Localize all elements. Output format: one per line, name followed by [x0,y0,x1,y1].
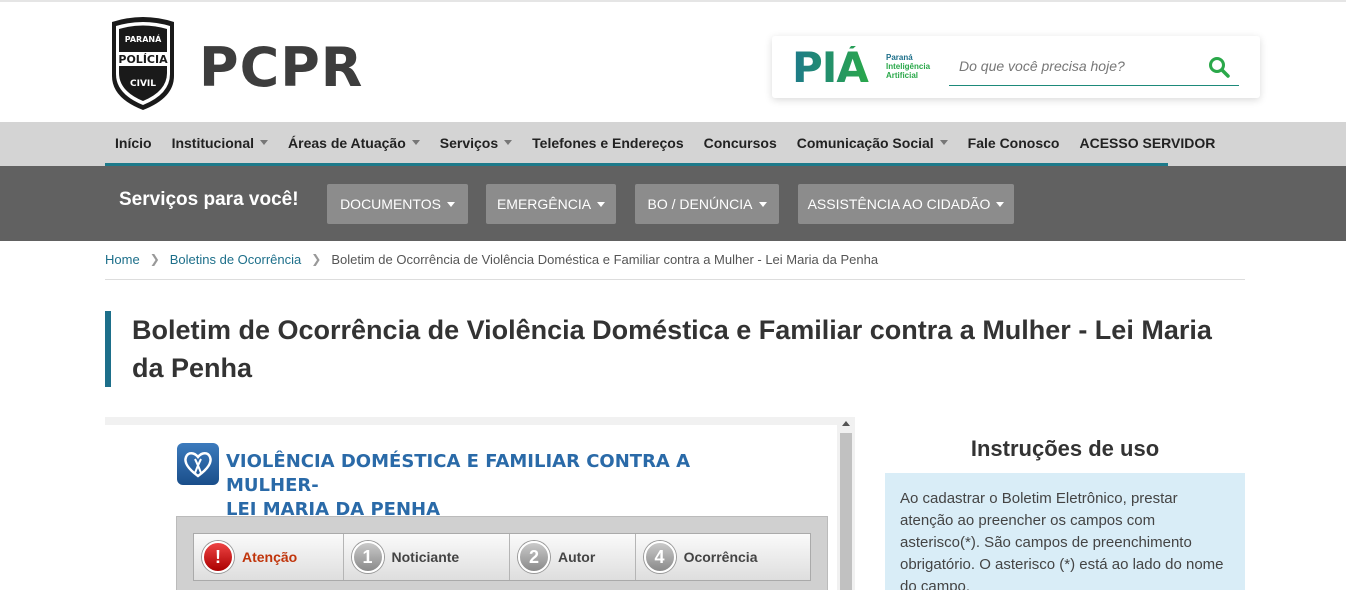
breadcrumb: Home ❯ Boletins de Ocorrência ❯ Boletim … [105,252,1245,280]
caret-down-icon [597,201,606,207]
services-button-assistencia[interactable]: ASSISTÊNCIA AO CIDADÃO [798,184,1014,224]
svg-text:PIÁ: PIÁ [792,46,869,86]
instructions-title: Instruções de uso [970,436,1160,461]
step-number-badge: 4 [643,541,676,573]
step-label: Autor [557,549,596,565]
form-content: VIOLÊNCIA DOMÉSTICA E FAMILIAR CONTRA A … [105,425,837,590]
services-button-documentos[interactable]: DOCUMENTOS [327,184,468,224]
badge-text-state: PARANÁ [125,33,162,44]
nav-item-label: Fale Conosco [967,134,1060,151]
nav-item-fale-conosco[interactable]: Fale Conosco [958,135,1070,151]
services-title: Serviços para você! [119,189,299,210]
breadcrumb-section[interactable]: Boletins de Ocorrência [170,252,302,279]
step-ocorrencia[interactable]: 4 Ocorrência [636,534,810,580]
pia-logo[interactable]: PIÁ [792,46,884,86]
step-label: Atenção [242,549,298,565]
alert-icon: ! [202,541,234,573]
site-header: PARANÁ POLÍCIA CIVIL PCPR PIÁ Paraná Int… [0,0,1346,122]
step-label: Ocorrência [683,549,758,565]
services-button-label: EMERGÊNCIA [496,196,592,212]
nav-item-comunicacao-social[interactable]: Comunicação Social [787,135,958,151]
pia-sub-line: Artificial [886,71,919,80]
nav-item-servicos[interactable]: Serviços [430,135,522,151]
services-button-label: BO / DENÚNCIA [647,196,753,212]
services-button-bo-denuncia[interactable]: BO / DENÚNCIA [635,184,779,224]
form-steps: ! Atenção 1 Noticiante 2 Autor 4 Ocorrên… [193,533,811,581]
breadcrumb-current: Boletim de Ocorrência de Violência Domés… [331,252,879,267]
caret-down-icon [504,140,513,145]
nav-item-concursos[interactable]: Concursos [694,135,787,151]
caret-down-icon [939,140,948,145]
pia-sub-line: Paraná [886,53,913,62]
page-title-block: Boletim de Ocorrência de Violência Domés… [105,311,1245,387]
step-label: Noticiante [391,549,460,565]
main-navigation: Início Institucional Áreas de Atuação Servi… [0,122,1346,166]
chevron-right-icon: ❯ [311,252,322,266]
services-button-label: ASSISTÊNCIA AO CIDADÃO [807,196,991,212]
search-field [949,50,1239,86]
form-heading: VIOLÊNCIA DOMÉSTICA E FAMILIAR CONTRA A … [226,450,786,522]
instructions-box: Ao cadastrar o Boletim Eletrônico, prest… [885,473,1245,590]
pia-search-panel: PIÁ Paraná Inteligência Artificial [772,36,1260,98]
nav-item-acesso-servidor[interactable]: ACESSO SERVIDOR [1069,135,1225,151]
step-number-badge: 2 [517,541,550,573]
step-atencao[interactable]: ! Atenção [194,534,344,580]
scroll-up-arrow-icon[interactable] [842,421,850,426]
services-button-emergencia[interactable]: EMERGÊNCIA [486,184,616,224]
nav-item-label: Serviços [439,134,499,151]
nav-item-institucional[interactable]: Institucional [162,135,278,151]
nav-item-label: ACESSO SERVIDOR [1079,134,1216,151]
nav-item-label: Áreas de Atuação [288,134,406,151]
embedded-form-frame: VIOLÊNCIA DOMÉSTICA E FAMILIAR CONTRA A … [105,417,855,590]
chevron-right-icon: ❯ [149,252,160,266]
page-title: Boletim de Ocorrência de Violência Domés… [132,315,1212,383]
caret-down-icon [260,140,269,145]
search-icon[interactable] [1207,55,1231,79]
caret-down-icon [996,201,1005,207]
services-bar: Serviços para você! DOCUMENTOS EMERGÊNCI… [0,166,1346,241]
nav-item-telefones-e-enderecos[interactable]: Telefones e Endereços [522,135,693,151]
scrollbar-thumb[interactable] [840,433,852,590]
nav-item-label: Concursos [703,134,777,151]
nav-item-label: Telefones e Endereços [532,134,684,151]
main-navigation-bar: Início Institucional Áreas de Atuação Servi… [105,122,1215,166]
nav-item-inicio[interactable]: Início [105,135,162,151]
form-scrollbar[interactable] [838,417,855,590]
step-autor[interactable]: 2 Autor [510,534,636,580]
ribbon-heart-icon [177,443,219,485]
pia-subtitle: Paraná Inteligência Artificial [886,53,930,80]
instructions-text: Ao cadastrar o Boletim Eletrônico, prest… [900,490,1224,590]
step-number-badge: 1 [351,541,384,573]
caret-down-icon [411,140,420,145]
services-button-label: DOCUMENTOS [340,196,441,212]
policia-civil-badge-logo[interactable]: PARANÁ POLÍCIA CIVIL [106,16,180,112]
brand-name[interactable]: PCPR [199,38,363,98]
step-noticiante[interactable]: 1 Noticiante [344,534,510,580]
form-steps-panel: ! Atenção 1 Noticiante 2 Autor 4 Ocorrên… [176,516,828,590]
caret-down-icon [758,201,767,207]
nav-item-areas-de-atuacao[interactable]: Áreas de Atuação [278,135,430,151]
nav-item-label: Institucional [171,134,255,151]
badge-text-policia: POLÍCIA [118,53,168,66]
nav-item-label: Início [115,134,152,151]
search-input[interactable] [949,50,1199,82]
caret-down-icon [446,201,455,207]
badge-text-civil: CIVIL [130,79,156,89]
pia-sub-line: Inteligência [886,62,931,71]
form-heading-line: VIOLÊNCIA DOMÉSTICA E FAMILIAR CONTRA A … [226,451,691,496]
nav-item-label: Comunicação Social [796,134,934,151]
breadcrumb-home[interactable]: Home [105,252,140,279]
